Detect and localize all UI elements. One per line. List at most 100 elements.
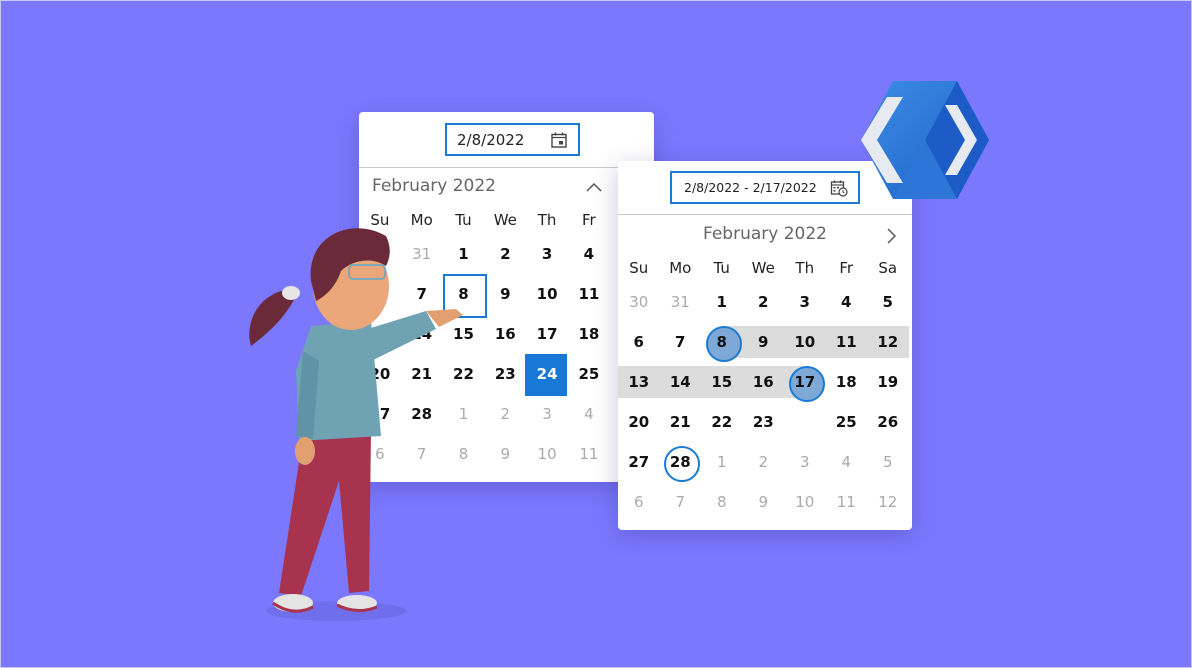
day-cell[interactable]: 5: [867, 282, 909, 322]
month-title[interactable]: February 2022: [703, 224, 827, 244]
day-cell[interactable]: 31: [401, 234, 443, 274]
day-cell[interactable]: 25: [568, 354, 610, 394]
day-cell[interactable]: 14: [401, 314, 443, 354]
day-cell[interactable]: 23: [743, 402, 785, 442]
date-input-value: 2/8/2022: [457, 130, 525, 149]
week-row: 6789101112: [618, 482, 909, 522]
day-cell[interactable]: 9: [484, 274, 526, 314]
day-cell[interactable]: 8: [701, 322, 743, 362]
day-cell[interactable]: 11: [826, 322, 868, 362]
day-cell[interactable]: 5: [867, 442, 909, 482]
weekday-label: Su: [370, 211, 390, 229]
day-cell[interactable]: 6: [359, 274, 401, 314]
divider: [359, 167, 654, 168]
day-cell[interactable]: 28: [660, 442, 702, 482]
prev-month-button[interactable]: [583, 177, 605, 199]
day-cell[interactable]: 4: [826, 282, 868, 322]
day-cell[interactable]: 27: [618, 442, 660, 482]
day-cell[interactable]: 9: [743, 482, 785, 522]
day-cell[interactable]: 16: [484, 314, 526, 354]
weekday-label: Th: [537, 211, 557, 229]
day-cell[interactable]: 31: [660, 282, 702, 322]
day-cell[interactable]: 9: [484, 434, 526, 474]
day-cell[interactable]: 1: [443, 234, 485, 274]
day-cell[interactable]: 12: [867, 322, 909, 362]
day-cell[interactable]: 18: [568, 314, 610, 354]
day-cell[interactable]: 2: [743, 282, 785, 322]
day-cell[interactable]: 15: [443, 314, 485, 354]
week-row: 6789101112: [618, 322, 909, 362]
code-cube-logo-icon: [861, 81, 989, 199]
day-cell[interactable]: 10: [784, 322, 826, 362]
day-cell[interactable]: 20: [618, 402, 660, 442]
day-cell[interactable]: 6: [618, 482, 660, 522]
day-cell[interactable]: 26: [867, 402, 909, 442]
day-cell[interactable]: 1: [701, 282, 743, 322]
day-cell[interactable]: 23: [484, 354, 526, 394]
day-cell[interactable]: 3: [784, 282, 826, 322]
day-cell[interactable]: 11: [826, 482, 868, 522]
day-cell[interactable]: 15: [701, 362, 743, 402]
day-cell[interactable]: 11: [568, 274, 610, 314]
day-cell[interactable]: 2: [484, 234, 526, 274]
day-cell[interactable]: 4: [826, 442, 868, 482]
calendar-clock-icon[interactable]: [830, 179, 848, 197]
day-cell[interactable]: 3: [784, 442, 826, 482]
day-cell[interactable]: 10: [526, 434, 568, 474]
day-cell[interactable]: 19: [867, 362, 909, 402]
weekday-label: Sa: [878, 259, 898, 277]
day-cell[interactable]: 30: [359, 234, 401, 274]
day-cell[interactable]: 8: [701, 482, 743, 522]
day-cell[interactable]: 7: [660, 322, 702, 362]
day-cell[interactable]: 1: [443, 394, 485, 434]
week-row: 303112345: [618, 282, 909, 322]
day-cell[interactable]: 4: [568, 394, 610, 434]
day-cell[interactable]: 11: [568, 434, 610, 474]
date-input[interactable]: 2/8/2022: [445, 123, 580, 156]
day-cell[interactable]: 30: [618, 282, 660, 322]
day-cell[interactable]: 22: [701, 402, 743, 442]
month-title[interactable]: February 2022: [372, 176, 496, 196]
day-cell[interactable]: 1: [701, 442, 743, 482]
calendar-icon[interactable]: [550, 131, 568, 149]
day-cell[interactable]: 6: [618, 322, 660, 362]
day-cell[interactable]: 14: [660, 362, 702, 402]
date-range-input-value: 2/8/2022 - 2/17/2022: [684, 180, 817, 195]
weekday-label: We: [751, 259, 775, 277]
day-cell[interactable]: 3: [526, 394, 568, 434]
day-cell[interactable]: 21: [660, 402, 702, 442]
next-month-button[interactable]: [880, 225, 902, 247]
day-cell[interactable]: 7: [401, 274, 443, 314]
day-cell[interactable]: 16: [743, 362, 785, 402]
day-cell[interactable]: 2: [484, 394, 526, 434]
day-cell[interactable]: 2: [743, 442, 785, 482]
date-range-picker-popup: 2/8/2022 - 2/17/2022 February 2022 Su Mo T…: [618, 161, 912, 530]
day-cell[interactable]: 4: [568, 234, 610, 274]
day-cell[interactable]: 10: [784, 482, 826, 522]
day-cell[interactable]: 18: [826, 362, 868, 402]
day-cell[interactable]: 10: [526, 274, 568, 314]
day-cell[interactable]: 24: [525, 354, 568, 396]
day-cell[interactable]: 27: [359, 394, 401, 434]
day-cell[interactable]: 8: [442, 274, 487, 318]
day-cell[interactable]: 9: [743, 322, 785, 362]
day-cell[interactable]: [784, 402, 826, 442]
day-cell[interactable]: 7: [660, 482, 702, 522]
day-cell[interactable]: 20: [359, 354, 401, 394]
day-cell[interactable]: 17: [784, 362, 826, 402]
day-cell[interactable]: 28: [401, 394, 443, 434]
day-cell[interactable]: 3: [526, 234, 568, 274]
day-cell[interactable]: 25: [826, 402, 868, 442]
day-cell[interactable]: 12: [867, 482, 909, 522]
day-cell[interactable]: 22: [443, 354, 485, 394]
weekday-label: Fr: [582, 211, 596, 229]
day-cell[interactable]: 13: [618, 362, 660, 402]
day-cell[interactable]: 13: [359, 314, 401, 354]
day-cell[interactable]: 8: [443, 434, 485, 474]
day-cell[interactable]: 17: [526, 314, 568, 354]
day-cell[interactable]: 7: [401, 434, 443, 474]
day-cell[interactable]: 6: [359, 434, 401, 474]
date-range-input[interactable]: 2/8/2022 - 2/17/2022: [670, 171, 860, 204]
calendar-grid: SuMoTuWeThFrSa30311234567891011121314151…: [359, 206, 652, 474]
day-cell[interactable]: 21: [401, 354, 443, 394]
